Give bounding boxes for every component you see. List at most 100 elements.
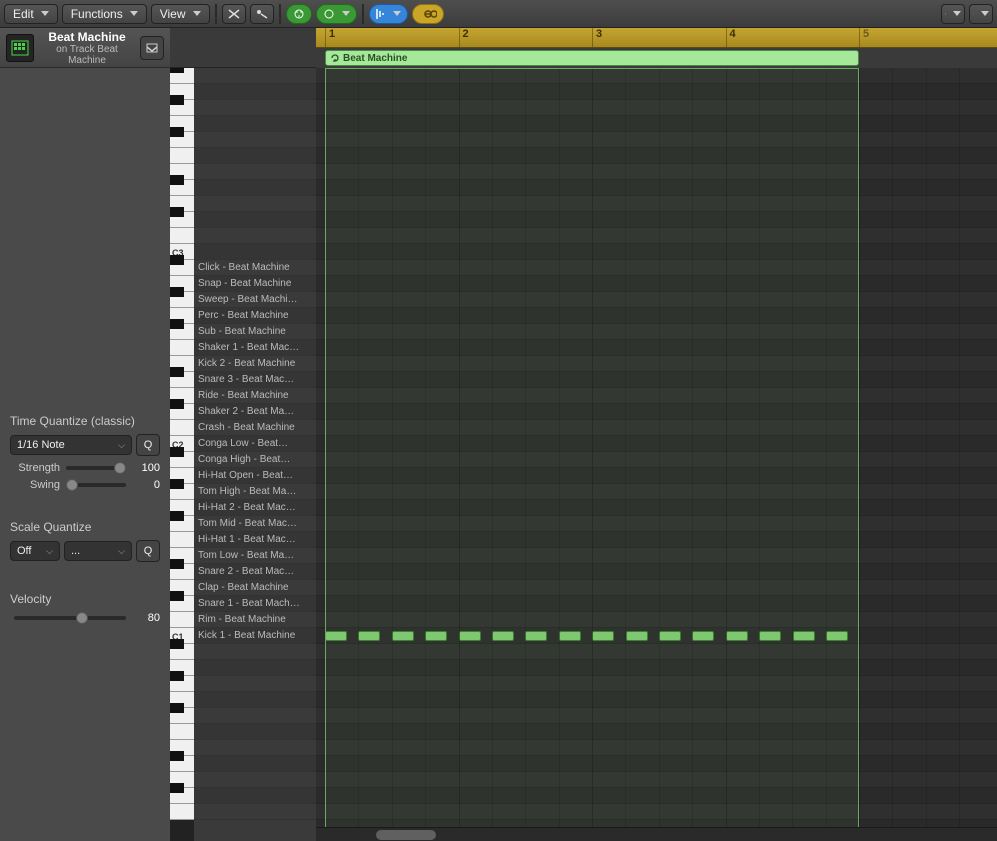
quantize-apply-button[interactable]: Q <box>136 434 160 456</box>
midi-note[interactable] <box>826 631 848 641</box>
note-name: Snare 2 - Beat Mac… <box>194 564 316 580</box>
catch-icon[interactable] <box>369 4 408 24</box>
grid-row[interactable] <box>316 516 997 532</box>
grid-row[interactable] <box>316 244 997 260</box>
grid-row[interactable] <box>316 148 997 164</box>
grid-row[interactable] <box>316 308 997 324</box>
midi-note[interactable] <box>726 631 748 641</box>
grid-row[interactable] <box>316 436 997 452</box>
midi-note[interactable] <box>392 631 414 641</box>
grid-row[interactable] <box>316 500 997 516</box>
midi-note[interactable] <box>358 631 380 641</box>
grid-row[interactable] <box>316 676 997 692</box>
grid-row[interactable] <box>316 612 997 628</box>
grid-row[interactable] <box>316 340 997 356</box>
instrument-thumb[interactable] <box>6 34 34 62</box>
midi-note[interactable] <box>459 631 481 641</box>
grid-row[interactable] <box>316 100 997 116</box>
midi-note[interactable] <box>793 631 815 641</box>
link-icon[interactable] <box>412 4 444 24</box>
midi-note[interactable] <box>559 631 581 641</box>
grid-row[interactable] <box>316 548 997 564</box>
grid-row[interactable] <box>316 452 997 468</box>
piano-keyboard[interactable]: C3C2C1 <box>170 68 194 841</box>
velocity-slider[interactable] <box>14 616 126 620</box>
grid-row[interactable] <box>316 756 997 772</box>
scale-root-dropdown[interactable]: Off <box>10 541 60 561</box>
midi-note[interactable] <box>692 631 714 641</box>
grid-row[interactable] <box>316 804 997 820</box>
grid-row[interactable] <box>316 468 997 484</box>
grid-row[interactable] <box>316 196 997 212</box>
grid-row[interactable] <box>316 404 997 420</box>
piano-roll-grid[interactable] <box>316 68 997 827</box>
grid-row[interactable] <box>316 596 997 612</box>
grid-row[interactable] <box>316 388 997 404</box>
note-name: Hi-Hat 1 - Beat Mac… <box>194 532 316 548</box>
grid-row[interactable] <box>316 708 997 724</box>
grid-row[interactable] <box>316 420 997 436</box>
grid-row[interactable] <box>316 68 997 84</box>
grid-row[interactable] <box>316 580 997 596</box>
grid-row[interactable] <box>316 532 997 548</box>
strength-slider[interactable] <box>66 466 126 470</box>
grid-row[interactable] <box>316 484 997 500</box>
edit-menu[interactable]: Edit <box>4 4 58 24</box>
grid-row[interactable] <box>316 356 997 372</box>
scale-apply-button[interactable]: Q <box>136 540 160 562</box>
grid-row[interactable] <box>316 84 997 100</box>
note-name: Kick 1 - Beat Machine <box>194 628 316 644</box>
collapse-icon[interactable] <box>222 4 246 24</box>
grid-row[interactable] <box>316 372 997 388</box>
midi-in-icon[interactable] <box>250 4 274 24</box>
note-name: Rim - Beat Machine <box>194 612 316 628</box>
velocity-panel: Velocity 80 <box>0 580 170 641</box>
grid-row[interactable] <box>316 628 997 644</box>
grid-row[interactable] <box>316 180 997 196</box>
toolbar: Edit Functions View <box>0 0 997 28</box>
grid-row[interactable] <box>316 660 997 676</box>
grid-row[interactable] <box>316 164 997 180</box>
grid-row[interactable] <box>316 788 997 804</box>
midi-dropdown-icon[interactable] <box>316 4 357 24</box>
functions-menu[interactable]: Functions <box>62 4 147 24</box>
midi-note[interactable] <box>626 631 648 641</box>
midi-out-icon[interactable] <box>286 4 312 24</box>
grid-row[interactable] <box>316 292 997 308</box>
scale-quantize-panel: Scale Quantize Off ... Q <box>0 508 170 580</box>
pencil-tool-icon[interactable] <box>969 4 993 24</box>
midi-note[interactable] <box>592 631 614 641</box>
midi-note[interactable] <box>525 631 547 641</box>
region-clip[interactable]: Beat Machine <box>325 50 859 66</box>
grid-row[interactable] <box>316 228 997 244</box>
view-menu[interactable]: View <box>151 4 210 24</box>
midi-note[interactable] <box>492 631 514 641</box>
note-name <box>194 132 316 148</box>
grid-row[interactable] <box>316 740 997 756</box>
grid-row[interactable] <box>316 132 997 148</box>
grid-row[interactable] <box>316 644 997 660</box>
note-name <box>194 644 316 660</box>
grid-row[interactable] <box>316 692 997 708</box>
midi-note[interactable] <box>325 631 347 641</box>
pointer-tool-icon[interactable] <box>941 4 965 24</box>
grid-row[interactable] <box>316 260 997 276</box>
grid-row[interactable] <box>316 116 997 132</box>
swing-slider[interactable] <box>66 483 126 487</box>
grid-row[interactable] <box>316 324 997 340</box>
disclosure-icon[interactable] <box>140 36 164 60</box>
midi-note[interactable] <box>759 631 781 641</box>
grid-row[interactable] <box>316 772 997 788</box>
grid-row[interactable] <box>316 212 997 228</box>
horizontal-scrollbar[interactable] <box>316 827 997 841</box>
grid-row[interactable] <box>316 724 997 740</box>
time-quantize-panel: Time Quantize (classic) 1/16 Note Q Stre… <box>0 402 170 508</box>
midi-note[interactable] <box>659 631 681 641</box>
note-name <box>194 788 316 804</box>
scale-type-dropdown[interactable]: ... <box>64 541 132 561</box>
quantize-value-dropdown[interactable]: 1/16 Note <box>10 435 132 455</box>
grid-row[interactable] <box>316 276 997 292</box>
grid-row[interactable] <box>316 564 997 580</box>
bar-ruler[interactable]: 12345 <box>316 28 997 48</box>
midi-note[interactable] <box>425 631 447 641</box>
